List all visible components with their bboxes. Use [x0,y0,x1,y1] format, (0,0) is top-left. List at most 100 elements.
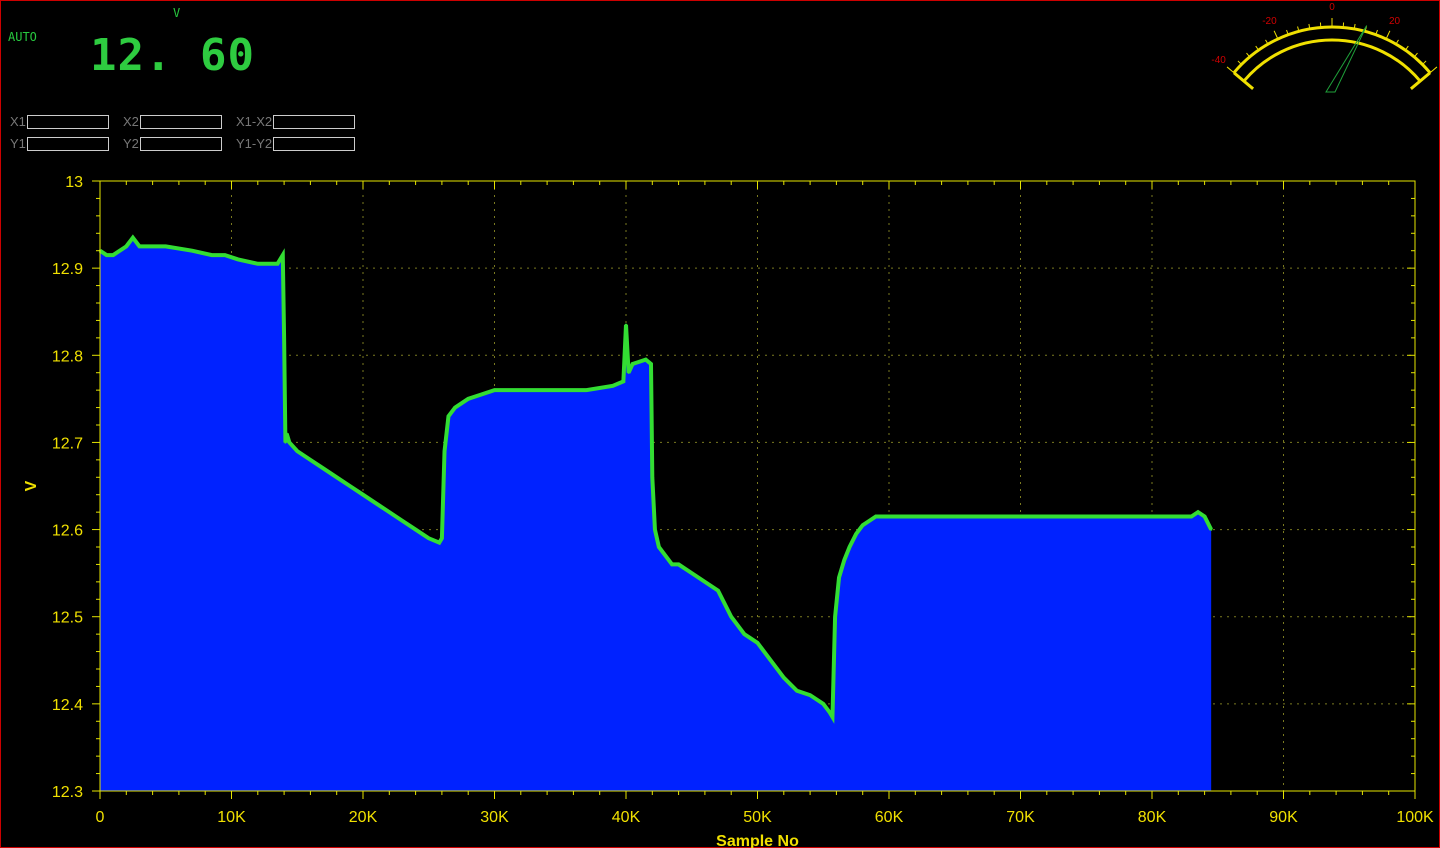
data-point [703,580,707,584]
data-point [627,371,630,374]
data-point [256,262,259,265]
x-tick-label: 60K [875,809,904,826]
x-tick-label: 30K [480,809,509,826]
data-point [831,715,834,719]
x-tick-label: 10K [217,809,246,826]
data-point [769,659,772,662]
y-tick-label: 12.3 [52,784,83,801]
x-tick-label: 40K [612,809,641,826]
data-point [559,388,562,392]
data-point [861,524,864,527]
data-point [282,336,286,340]
data-point [440,537,444,540]
data-point [657,545,661,549]
data-point [611,384,615,387]
data-point [309,458,312,462]
data-point [854,532,858,536]
y-tick-label: 12.9 [52,261,83,278]
data-point [131,236,135,239]
data-point [447,415,450,418]
data-point [782,676,785,679]
data-point [743,632,746,636]
data-point [519,388,522,392]
data-point [644,358,647,361]
x-tick-label: 100K [1396,809,1434,826]
data-point [125,245,128,248]
data-point [467,397,470,401]
data-point [401,519,404,523]
data-point [624,323,628,326]
data-point [414,528,417,531]
data-point [716,589,720,592]
data-point [649,362,653,366]
data-point [1019,515,1022,518]
data-point [756,641,759,645]
data-point [164,245,167,248]
data-point [1203,515,1206,518]
data-point [843,558,846,562]
data-point [730,615,733,618]
y-tick-label: 13 [65,174,83,191]
data-point [285,432,288,435]
data-point [138,245,141,248]
data-point [190,249,194,252]
data-point [833,615,837,618]
data-point [822,702,825,706]
data-point [388,510,391,514]
data-point [223,253,227,257]
data-point [585,388,588,392]
data-point [651,476,654,479]
data-point [480,393,483,396]
voltage-chart[interactable]: 0 10K 20K 30K 40K 50K 60K 70K 80K 90K 100K 12.3 12.4… [0,0,1440,848]
data-point [1150,515,1154,518]
data-point [443,449,446,453]
data-point [828,711,832,714]
x-tick-label: 20K [349,809,378,826]
data-point [868,519,871,523]
data-point [288,441,291,444]
x-tick-label: 70K [1006,809,1035,826]
data-point [887,515,891,518]
data-point [105,253,108,257]
data-point [1085,515,1088,518]
data-point [453,406,457,409]
data-point [284,441,287,444]
data-point [276,262,279,265]
data-point [670,563,674,566]
y-tick-label: 12.8 [52,348,83,365]
data-point [808,693,812,697]
data-point [848,545,851,549]
data-point [664,554,667,557]
data-point [690,571,693,575]
data-point [438,541,441,544]
data-point [914,515,917,518]
data-point [210,253,213,257]
data-point [1196,510,1200,514]
data-point [677,563,680,566]
data-point [322,467,325,470]
data-point [296,449,299,453]
data-point [493,388,496,392]
data-point [795,689,799,692]
data-point [1209,528,1213,531]
y-axis-label: V [23,480,40,491]
data-point [236,258,240,261]
data-point [374,502,378,505]
x-tick-label: 0 [96,809,105,826]
data-point [837,576,841,579]
data-point [874,515,878,518]
y-tick-label: 12.7 [52,435,83,452]
data-point [631,362,634,366]
data-point [953,515,956,518]
x-tick-label: 80K [1138,809,1167,826]
y-tick-label: 12.5 [52,610,83,627]
x-axis-label: Sample No [716,833,799,848]
data-point [281,253,284,257]
y-tick-label: 12.6 [52,523,83,540]
y-tick-label: 12.4 [52,697,83,714]
data-point [427,537,430,540]
data-point [1190,515,1193,518]
data-point [335,476,338,479]
x-tick-label: 50K [743,809,772,826]
data-point [622,380,625,383]
